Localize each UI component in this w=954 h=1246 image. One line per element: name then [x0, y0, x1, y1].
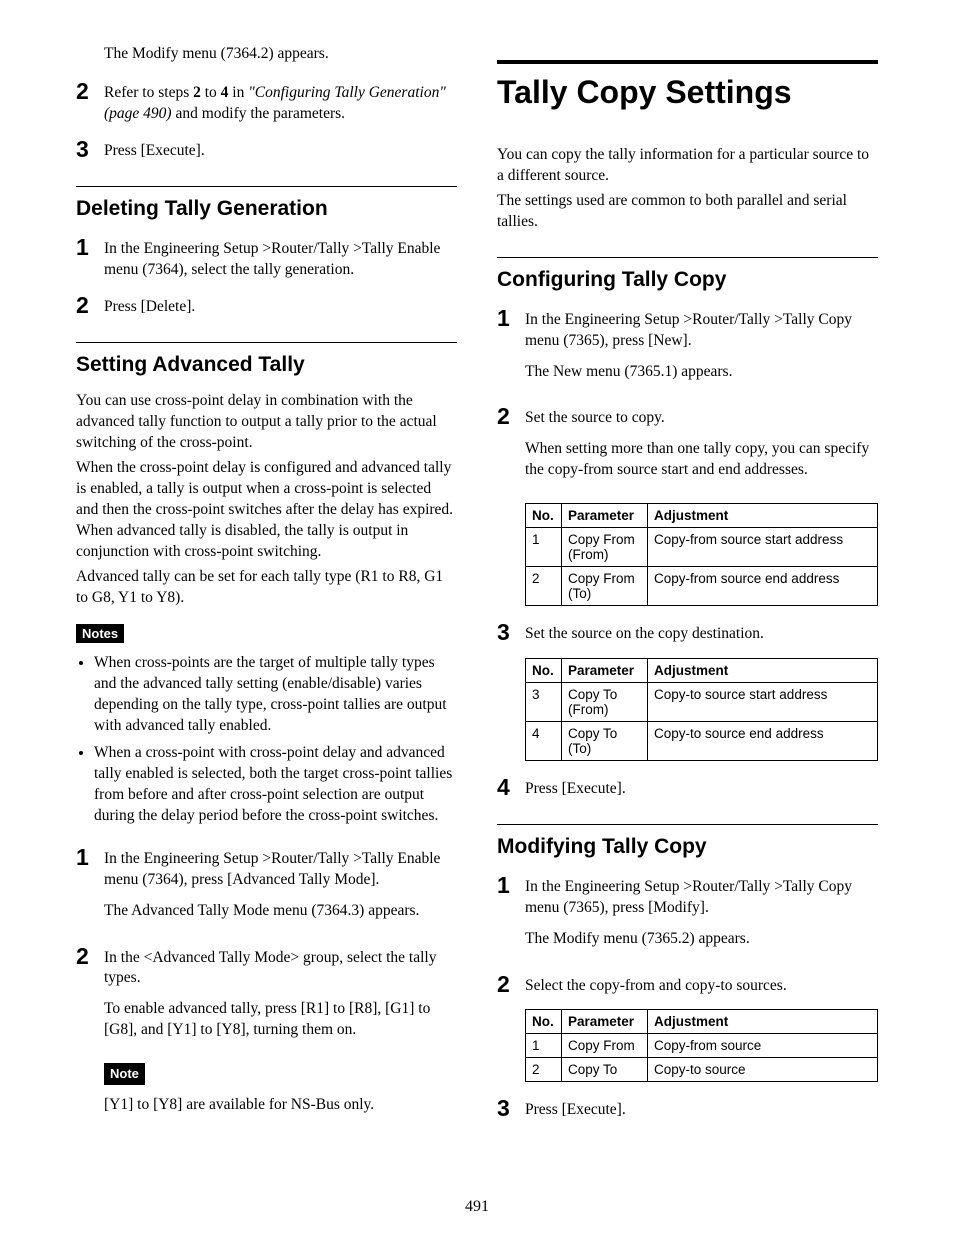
step-item: 1 In the Engineering Setup >Router/Tally…	[497, 306, 878, 393]
table-header: No.	[526, 658, 562, 682]
note-badge: Note	[104, 1063, 145, 1085]
step-item: 2 Select the copy-from and copy-to sourc…	[497, 972, 878, 997]
step-number: 3	[76, 137, 104, 162]
step-item: 3 Press [Execute].	[497, 1096, 878, 1121]
note-item: When a cross-point with cross-point dela…	[94, 743, 457, 827]
table-header: Adjustment	[648, 504, 878, 528]
step-item: 2 Set the source to copy. When setting m…	[497, 404, 878, 491]
step-number: 1	[76, 845, 104, 870]
intro-para: The settings used are common to both par…	[497, 191, 878, 233]
parameter-table: No. Parameter Adjustment 1 Copy From Cop…	[525, 1009, 878, 1082]
step-body: Press [Execute].	[525, 775, 626, 800]
table-row: 1 Copy From (From) Copy-from source star…	[526, 528, 878, 567]
table-header: No.	[526, 504, 562, 528]
step-number: 2	[76, 944, 104, 969]
step-body: Press [Delete].	[104, 293, 195, 318]
notes-badge: Notes	[76, 624, 124, 643]
step-number: 1	[76, 235, 104, 260]
step-item: 1 In the Engineering Setup >Router/Tally…	[76, 235, 457, 281]
modify-menu-text: The Modify menu (7364.2) appears.	[104, 45, 329, 62]
step-item: 2 Refer to steps 2 to 4 in "Configuring …	[76, 79, 457, 125]
intro-para: You can copy the tally information for a…	[497, 145, 878, 187]
step-item: 3 Press [Execute].	[76, 137, 457, 162]
parameter-table: No. Parameter Adjustment 3 Copy To (From…	[525, 658, 878, 761]
notes-list: When cross-points are the target of mult…	[76, 653, 457, 826]
continued-step-text: The Modify menu (7364.2) appears.	[76, 40, 457, 65]
table-row: 4 Copy To (To) Copy-to source end addres…	[526, 721, 878, 760]
adv-para: Advanced tally can be set for each tally…	[76, 567, 457, 609]
step-body: Press [Execute].	[525, 1096, 626, 1121]
table-header: No.	[526, 1009, 562, 1033]
step-body: In the Engineering Setup >Router/Tally >…	[525, 306, 878, 393]
step-item: 4 Press [Execute].	[497, 775, 878, 800]
table-wrap: No. Parameter Adjustment 3 Copy To (From…	[497, 658, 878, 761]
adv-para: When the cross-point delay is configured…	[76, 458, 457, 563]
table-row: 3 Copy To (From) Copy-to source start ad…	[526, 682, 878, 721]
configuring-tally-copy-heading: Configuring Tally Copy	[497, 257, 878, 292]
table-header: Parameter	[562, 504, 648, 528]
adv-para: You can use cross-point delay in combina…	[76, 391, 457, 454]
step-body: Refer to steps 2 to 4 in "Configuring Ta…	[104, 79, 457, 125]
table-header: Adjustment	[648, 1009, 878, 1033]
step-item: 3 Set the source on the copy destination…	[497, 620, 878, 645]
table-header: Parameter	[562, 1009, 648, 1033]
step-number: 3	[497, 1096, 525, 1121]
step-body: Press [Execute].	[104, 137, 205, 162]
table-header: Parameter	[562, 658, 648, 682]
table-row: 1 Copy From Copy-from source	[526, 1033, 878, 1057]
step-number: 2	[497, 972, 525, 997]
step-number: 2	[497, 404, 525, 429]
step-item: 1 In the Engineering Setup >Router/Tally…	[497, 873, 878, 960]
right-column: Tally Copy Settings You can copy the tal…	[497, 40, 878, 1138]
parameter-table: No. Parameter Adjustment 1 Copy From (Fr…	[525, 503, 878, 606]
step-body: In the Engineering Setup >Router/Tally >…	[525, 873, 878, 960]
step-body: Set the source on the copy destination.	[525, 620, 764, 645]
step-number: 2	[76, 293, 104, 318]
page-title: Tally Copy Settings	[497, 60, 878, 111]
step-body: In the Engineering Setup >Router/Tally >…	[104, 845, 457, 932]
step-body: Set the source to copy. When setting mor…	[525, 404, 878, 491]
two-column-layout: The Modify menu (7364.2) appears. 2 Refe…	[76, 40, 878, 1138]
table-wrap: No. Parameter Adjustment 1 Copy From (Fr…	[497, 503, 878, 606]
step-body: Select the copy-from and copy-to sources…	[525, 972, 787, 997]
step-number: 3	[497, 620, 525, 645]
step-item: 2 Press [Delete].	[76, 293, 457, 318]
page-number: 491	[76, 1198, 878, 1216]
step-number: 2	[76, 79, 104, 104]
note-item: When cross-points are the target of mult…	[94, 653, 457, 737]
step-body: In the Engineering Setup >Router/Tally >…	[104, 235, 457, 281]
modifying-tally-copy-heading: Modifying Tally Copy	[497, 824, 878, 859]
table-row: 2 Copy From (To) Copy-from source end ad…	[526, 567, 878, 606]
left-column: The Modify menu (7364.2) appears. 2 Refe…	[76, 40, 457, 1138]
step-number: 1	[497, 306, 525, 331]
step-item: 2 In the <Advanced Tally Mode> group, se…	[76, 944, 457, 1126]
step-item: 1 In the Engineering Setup >Router/Tally…	[76, 845, 457, 932]
step-number: 4	[497, 775, 525, 800]
step-number: 1	[497, 873, 525, 898]
table-header: Adjustment	[648, 658, 878, 682]
note-text: [Y1] to [Y8] are available for NS-Bus on…	[104, 1095, 457, 1116]
table-wrap: No. Parameter Adjustment 1 Copy From Cop…	[497, 1009, 878, 1082]
step-body: In the <Advanced Tally Mode> group, sele…	[104, 944, 457, 1126]
deleting-tally-heading: Deleting Tally Generation	[76, 186, 457, 221]
table-row: 2 Copy To Copy-to source	[526, 1057, 878, 1081]
advanced-tally-heading: Setting Advanced Tally	[76, 342, 457, 377]
